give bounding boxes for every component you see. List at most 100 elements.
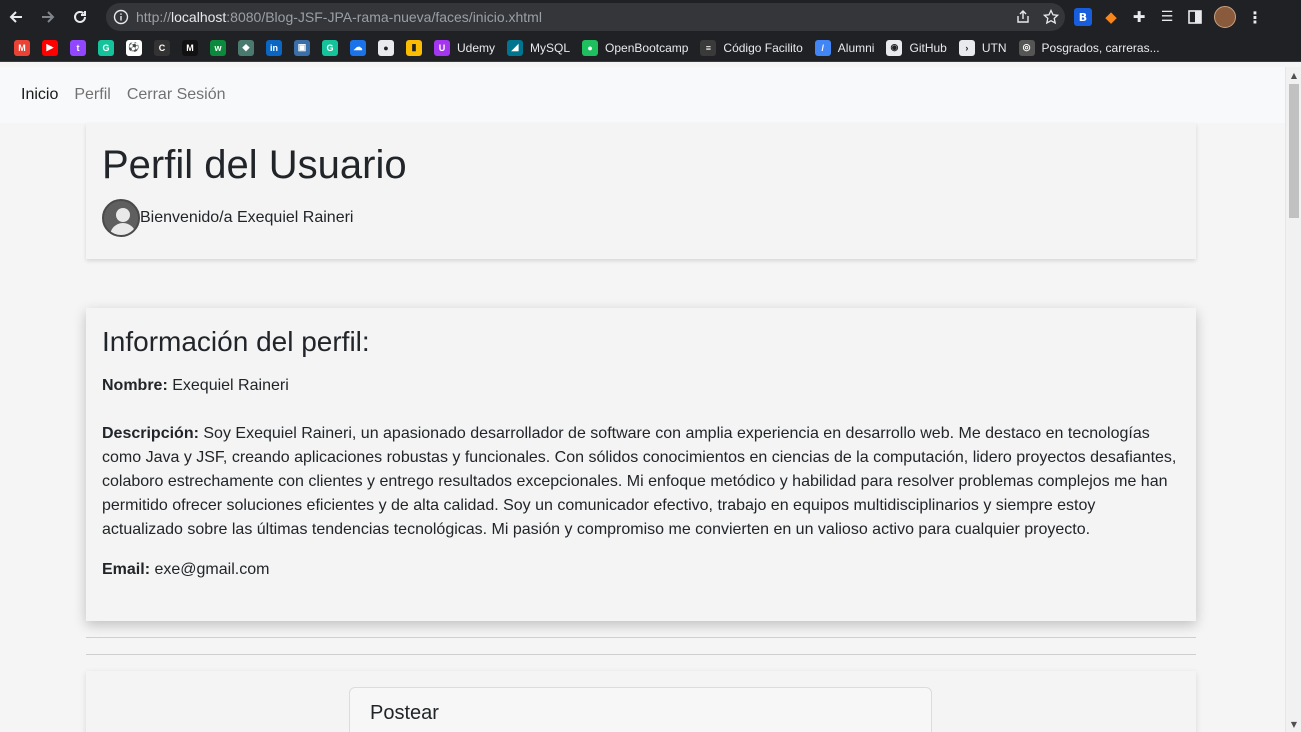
page-scrollbar[interactable]: ▲ ▼ (1285, 67, 1301, 732)
welcome-row: Bienvenido/a Exequiel Raineri (102, 199, 1180, 237)
scroll-down-icon[interactable]: ▼ (1286, 716, 1301, 732)
posgrados-icon: ◎ (1018, 39, 1035, 56)
address-bar[interactable]: http://localhost:8080/Blog-JSF-JPA-rama-… (106, 3, 1065, 31)
reload-button[interactable] (64, 0, 96, 34)
welcome-text: Bienvenido/a Exequiel Raineri (140, 209, 354, 226)
openbootcamp-icon: ● (582, 39, 599, 56)
bookmark-item[interactable]: ☁ (344, 36, 372, 60)
nav-cerrar-sesion[interactable]: Cerrar Sesión (127, 86, 226, 104)
page-title: Perfil del Usuario (102, 143, 407, 187)
grammarly2-icon: G (322, 39, 338, 56)
scroll-up-icon[interactable]: ▲ (1286, 67, 1301, 83)
bookmark-star-icon[interactable] (1043, 9, 1059, 25)
alumni-icon: / (814, 39, 831, 56)
bookmark-label: Posgrados, carreras... (1041, 40, 1160, 55)
profile-description: Descripción: Soy Exequiel Raineri, un ap… (102, 422, 1180, 542)
ethereum-icon: ◆ (238, 39, 254, 56)
extensions-puzzle-icon[interactable]: ✚ (1130, 8, 1148, 26)
site-info-icon[interactable] (106, 9, 136, 25)
terminal-icon: › (958, 39, 975, 56)
profile-name: Nombre: Exequiel Raineri (102, 374, 1180, 398)
url-text: http://localhost:8080/Blog-JSF-JPA-rama-… (136, 9, 542, 25)
bookmark-item[interactable]: U Udemy (428, 36, 501, 60)
post-title: Postear (370, 702, 439, 724)
metamask-icon[interactable]: ◆ (1102, 8, 1120, 26)
bookmarks-bar: M ▶ t G ⚽ C Mw ◆ in ▣ G ☁ ● ▮ U Udemy ◢ MySQL ● OpenBootcam… (0, 34, 1301, 62)
side-panel-icon[interactable] (1186, 8, 1204, 26)
email-value: exe@gmail.com (154, 561, 270, 578)
bookmark-label: MySQL (530, 40, 571, 55)
site-navbar: Inicio Perfil Cerrar Sesión (0, 67, 1285, 123)
m-icon: M (182, 39, 198, 56)
bookmark-item[interactable]: C (148, 36, 176, 60)
grammarly-icon: G (98, 39, 114, 56)
bookmark-label: UTN (981, 40, 1007, 55)
bookmark-label: OpenBootcamp (605, 40, 689, 55)
youtube-icon: ▶ (42, 39, 58, 56)
reload-icon (74, 10, 86, 23)
bookmark-item[interactable]: ● OpenBootcamp (576, 36, 694, 60)
bookmark-item[interactable]: ● (372, 36, 400, 60)
bookmark-item[interactable]: ▣ (288, 36, 316, 60)
bookmark-item[interactable]: M (176, 36, 204, 60)
bookmark-item[interactable]: ▶ (36, 36, 64, 60)
nav-perfil[interactable]: Perfil (74, 86, 110, 104)
udemy-icon: U (434, 39, 450, 56)
bookmark-label: Alumni (837, 40, 875, 55)
bookmark-item[interactable]: ▮ (400, 36, 428, 60)
bookmark-item[interactable]: ⚽ (120, 36, 148, 60)
profile-photo-icon: ▣ (294, 39, 310, 56)
browser-toolbar: http://localhost:8080/Blog-JSF-JPA-rama-… (0, 0, 1301, 34)
github-icon: ◉ (886, 39, 903, 56)
bookmark-item[interactable]: in (260, 36, 288, 60)
bookmark-item[interactable]: t (64, 36, 92, 60)
soccer-icon: ⚽ (126, 39, 142, 56)
gmail-icon: M (14, 39, 30, 56)
reading-list-icon[interactable]: ☰ (1158, 8, 1176, 26)
page-viewport: Inicio Perfil Cerrar Sesión Perfil del U… (0, 67, 1285, 732)
bookmark-label: GitHub (909, 40, 947, 55)
w-icon: w (210, 39, 226, 56)
profile-avatar-icon[interactable] (1214, 6, 1236, 28)
bookmark-item[interactable]: ◢ MySQL (501, 36, 576, 60)
bookmark-item[interactable]: ◎ Posgrados, carreras... (1013, 36, 1166, 60)
twitch-icon: t (70, 39, 86, 56)
divider (86, 637, 1196, 638)
bookmark-item[interactable]: ◉ GitHub (880, 36, 952, 60)
share-icon[interactable] (1015, 9, 1031, 25)
bookmark-item[interactable]: › UTN (953, 36, 1013, 60)
bookmark-label: Udemy (457, 40, 496, 55)
description-value: Soy Exequiel Raineri, un apasionado desa… (102, 425, 1177, 538)
mysql-icon: ◢ (507, 39, 524, 56)
user-header-card: Perfil del Usuario Bienvenido/a Exequiel… (86, 123, 1196, 259)
name-label: Nombre: (102, 377, 168, 394)
bookmark-item[interactable]: G (92, 36, 120, 60)
profile-info-card: Información del perfil: Nombre: Exequiel… (86, 308, 1196, 621)
linkedin-icon: in (266, 39, 282, 56)
bookmark-item[interactable]: / Alumni (809, 36, 881, 60)
kebab-menu-icon[interactable]: ⋮ (1246, 8, 1264, 27)
bookmark-item[interactable]: M (8, 36, 36, 60)
post-card: Postear (86, 671, 1196, 732)
description-label: Descripción: (102, 425, 199, 442)
bookmark-item[interactable]: w (204, 36, 232, 60)
divider (86, 654, 1196, 655)
bookmark-item[interactable]: ◆ (232, 36, 260, 60)
bitwarden-icon[interactable]: B (1074, 8, 1092, 26)
name-value: Exequiel Raineri (172, 377, 289, 394)
nav-inicio[interactable]: Inicio (21, 86, 58, 104)
back-arrow-icon (9, 11, 22, 23)
forward-button[interactable] (32, 0, 64, 34)
back-button[interactable] (0, 0, 32, 34)
bookmark-item[interactable]: ≡ Código Facilito (694, 36, 808, 60)
profile-email: Email: exe@gmail.com (102, 558, 1180, 582)
globe-icon: ● (378, 39, 394, 56)
scroll-thumb[interactable] (1289, 84, 1299, 218)
bookmark-item[interactable]: G (316, 36, 344, 60)
codigofacilito-icon: ≡ (700, 39, 717, 56)
cloud-icon: ☁ (350, 39, 366, 56)
post-form: Postear (349, 687, 932, 732)
bookmark-label: Código Facilito (723, 40, 803, 55)
profile-info-heading: Información del perfil: (102, 326, 370, 357)
note-icon: ▮ (406, 39, 422, 56)
